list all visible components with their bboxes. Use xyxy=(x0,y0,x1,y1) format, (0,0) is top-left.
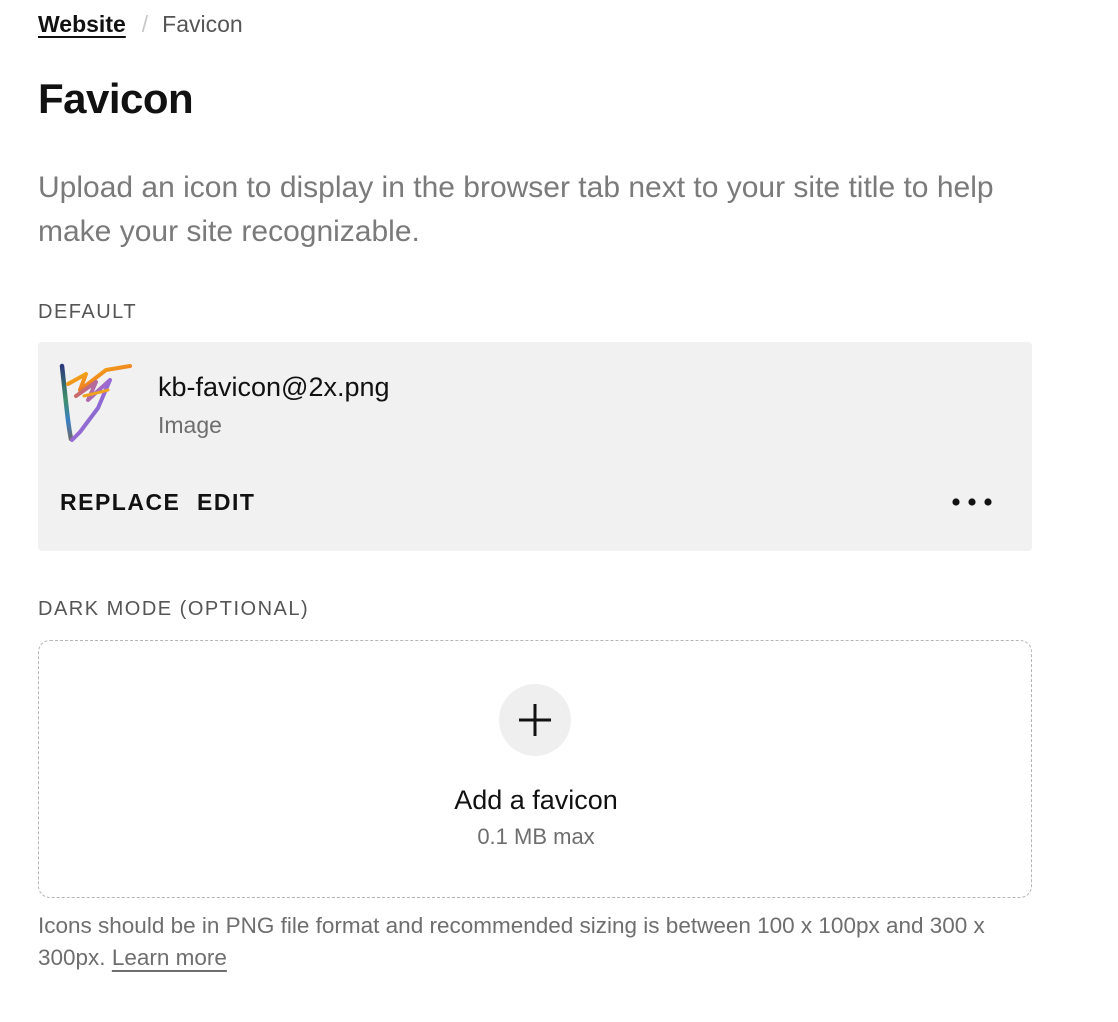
favicon-thumbnail-icon xyxy=(59,363,132,442)
dark-mode-section-label: DARK MODE (OPTIONAL) xyxy=(38,598,310,620)
breadcrumb-current: Favicon xyxy=(162,11,243,37)
plus-icon xyxy=(519,704,551,736)
file-name: kb-favicon@2x.png xyxy=(158,372,390,402)
learn-more-link[interactable]: Learn more xyxy=(112,945,227,970)
more-horizontal-icon[interactable] xyxy=(946,490,998,514)
page-title: Favicon xyxy=(38,75,194,122)
replace-button[interactable]: REPLACE xyxy=(60,487,180,517)
edit-button[interactable]: EDIT xyxy=(197,487,255,517)
add-favicon-button[interactable] xyxy=(499,684,571,756)
default-section-label: DEFAULT xyxy=(38,301,138,323)
file-type: Image xyxy=(158,412,222,438)
default-favicon-card: kb-favicon@2x.png Image REPLACE EDIT xyxy=(38,342,1032,551)
breadcrumb-separator: / xyxy=(141,11,149,37)
dark-mode-dropzone[interactable]: Add a favicon 0.1 MB max xyxy=(38,640,1032,898)
breadcrumb-website-link[interactable]: Website xyxy=(38,8,126,40)
add-favicon-title: Add a favicon xyxy=(454,785,618,815)
size-limit-text: 0.1 MB max xyxy=(477,824,595,849)
help-text: Icons should be in PNG file format and r… xyxy=(38,910,1038,974)
page-description: Upload an icon to display in the browser… xyxy=(38,171,994,248)
breadcrumb: Website / Favicon xyxy=(38,8,243,40)
